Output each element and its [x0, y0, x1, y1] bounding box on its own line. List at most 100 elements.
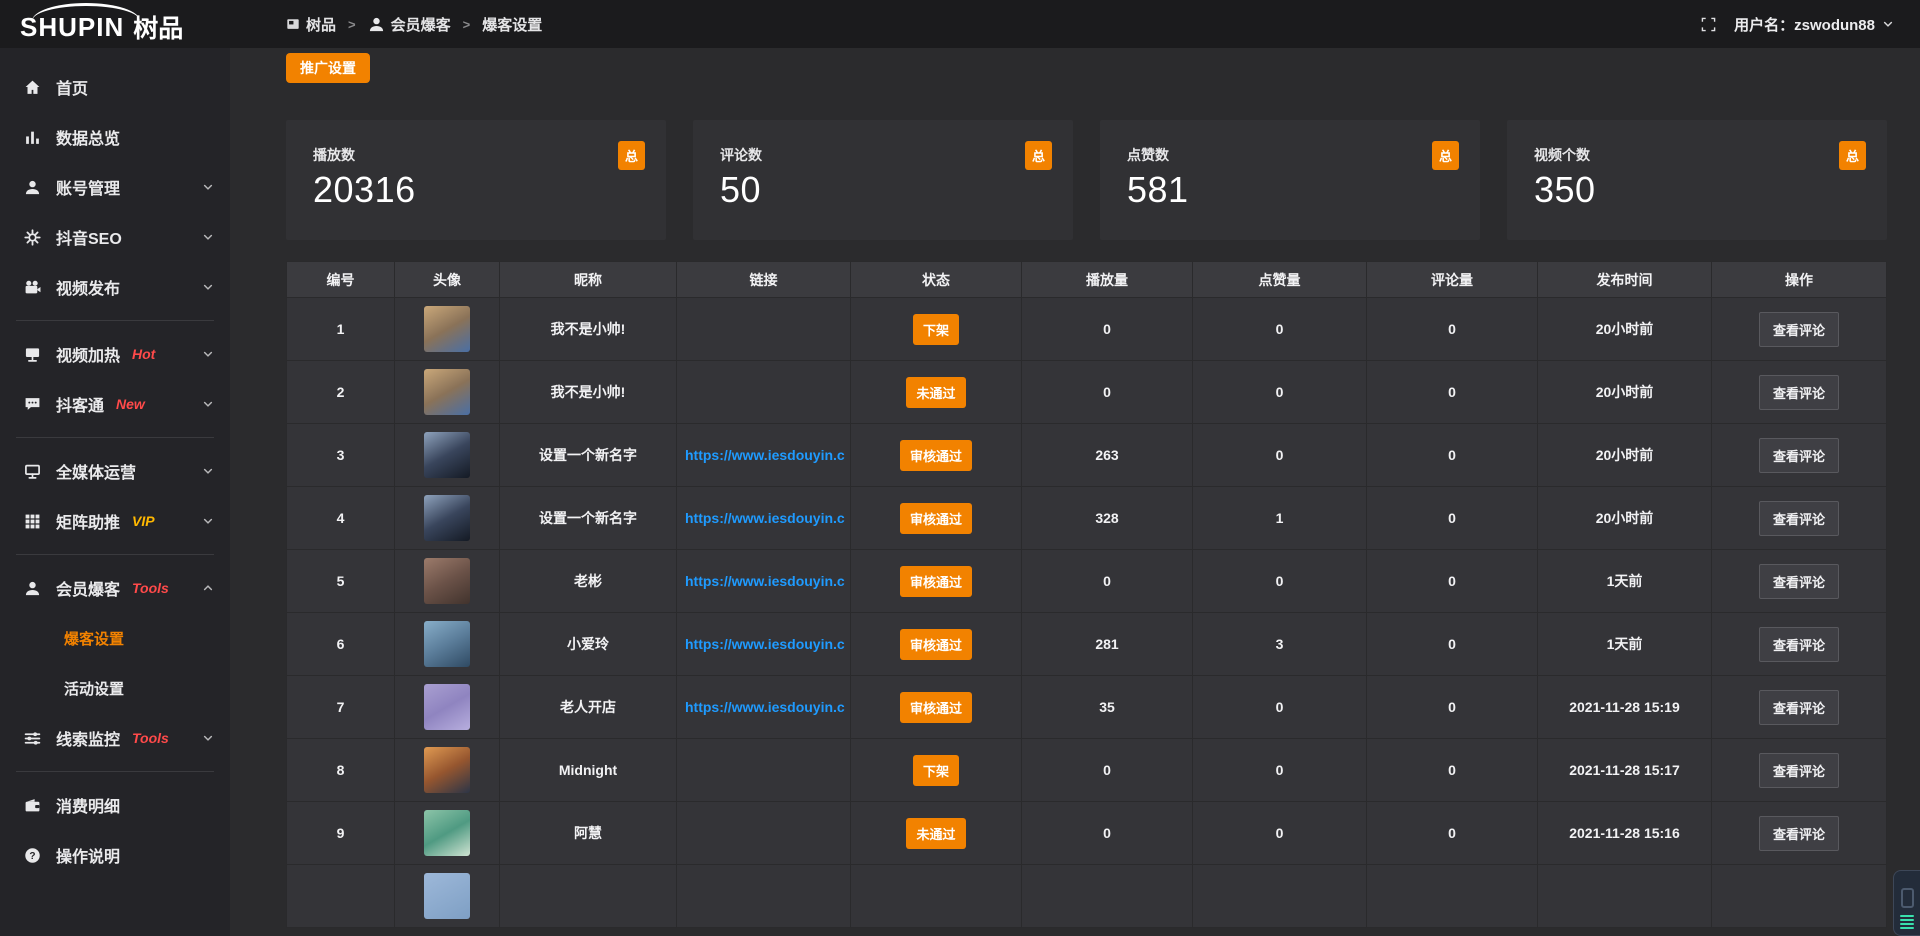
video-table-wrap: 编号头像昵称链接状态播放量点赞量评论量发布时间操作1我不是小帅!下架00020小…	[286, 261, 1887, 928]
sliders-icon	[24, 730, 41, 747]
sidebar-item-label: 视频发布	[56, 275, 120, 299]
cell-comments: 0	[1367, 298, 1538, 361]
view-comments-button[interactable]: 查看评论	[1759, 690, 1839, 725]
status-button[interactable]: 审核通过	[900, 692, 972, 723]
view-comments-button[interactable]: 查看评论	[1759, 627, 1839, 662]
sidebar-item-douyin-seo[interactable]: 抖音SEO	[0, 212, 230, 262]
avatar	[424, 621, 470, 667]
cell-id: 6	[287, 613, 395, 676]
breadcrumb-separator: >	[463, 17, 471, 32]
widget-line	[1900, 915, 1914, 917]
cell-plays: 35	[1022, 676, 1193, 739]
cell-likes: 0	[1193, 550, 1367, 613]
cell	[1367, 865, 1538, 928]
sidebar-item-video-heating[interactable]: 视频加热Hot	[0, 329, 230, 379]
sidebar-item-data-overview[interactable]: 数据总览	[0, 112, 230, 162]
cell-nickname: 我不是小帅!	[500, 298, 677, 361]
sidebar-item-consumption-details[interactable]: 消费明细	[0, 780, 230, 830]
floating-service-widget[interactable]	[1893, 870, 1920, 936]
sidebar-item-home[interactable]: 首页	[0, 62, 230, 112]
video-link[interactable]: https://www.iesdouyin.c	[677, 510, 850, 526]
view-comments-button[interactable]: 查看评论	[1759, 564, 1839, 599]
cell-comments: 0	[1367, 487, 1538, 550]
status-button[interactable]: 未通过	[906, 377, 965, 408]
app-logo[interactable]: SHUPIN 树品	[0, 0, 230, 48]
fullscreen-icon[interactable]	[1701, 17, 1716, 32]
logo-text-cn: 树品	[133, 3, 183, 45]
status-button[interactable]: 审核通过	[900, 440, 972, 471]
avatar	[424, 369, 470, 415]
cell-link: https://www.iesdouyin.c	[677, 676, 851, 739]
wallet-icon	[24, 797, 41, 814]
cell-comments: 0	[1367, 550, 1538, 613]
cell-status: 审核通过	[851, 613, 1022, 676]
status-button[interactable]: 下架	[913, 755, 959, 786]
video-link[interactable]: https://www.iesdouyin.c	[677, 447, 850, 463]
cell-comments: 0	[1367, 361, 1538, 424]
chevron-down-icon	[202, 231, 214, 243]
sidebar-item-clue-monitoring[interactable]: 线索监控Tools	[0, 713, 230, 763]
sidebar-item-label: 全媒体运营	[56, 459, 136, 483]
view-comments-button[interactable]: 查看评论	[1759, 753, 1839, 788]
column-header-comments: 评论量	[1367, 262, 1538, 298]
widget-screen-icon	[1901, 888, 1914, 908]
cell-status: 未通过	[851, 802, 1022, 865]
cell-status: 审核通过	[851, 487, 1022, 550]
status-button[interactable]: 审核通过	[900, 503, 972, 534]
stat-card-comments: 评论数50总	[693, 120, 1073, 240]
cell-status: 审核通过	[851, 424, 1022, 487]
sidebar-item-member-baoke[interactable]: 会员爆客Tools	[0, 563, 230, 613]
sidebar-item-label: 活动设置	[64, 678, 124, 699]
sidebar-item-activity-settings[interactable]: 活动设置	[0, 663, 230, 713]
chevron-down-icon	[202, 465, 214, 477]
sidebar-item-label: 矩阵助推	[56, 509, 120, 533]
view-comments-button[interactable]: 查看评论	[1759, 816, 1839, 851]
cell-avatar	[395, 550, 500, 613]
view-comments-button[interactable]: 查看评论	[1759, 375, 1839, 410]
status-button[interactable]: 下架	[913, 314, 959, 345]
avatar	[424, 495, 470, 541]
stat-card-videos: 视频个数350总	[1507, 120, 1887, 240]
status-button[interactable]: 未通过	[906, 818, 965, 849]
chevron-down-icon	[202, 398, 214, 410]
cell-comments: 0	[1367, 613, 1538, 676]
sidebar-item-video-publish[interactable]: 视频发布	[0, 262, 230, 312]
user-menu[interactable]: 用户名：zswodun88	[1734, 14, 1894, 35]
view-comments-button[interactable]: 查看评论	[1759, 312, 1839, 347]
video-link[interactable]: https://www.iesdouyin.c	[677, 636, 850, 652]
breadcrumb: 树品>会员爆客>爆客设置	[286, 14, 542, 35]
breadcrumb-item-shupin[interactable]: 树品	[286, 14, 336, 35]
column-header-link: 链接	[677, 262, 851, 298]
cell	[677, 865, 851, 928]
avatar	[424, 810, 470, 856]
cell	[500, 865, 677, 928]
breadcrumb-item-member-baoke[interactable]: 会员爆客	[368, 14, 451, 35]
video-link[interactable]: https://www.iesdouyin.c	[677, 699, 850, 715]
cell-id: 4	[287, 487, 395, 550]
sidebar-item-omni-media[interactable]: 全媒体运营	[0, 446, 230, 496]
sidebar-item-matrix-boost[interactable]: 矩阵助推VIP	[0, 496, 230, 546]
view-comments-button[interactable]: 查看评论	[1759, 438, 1839, 473]
cell-publish-time: 20小时前	[1538, 361, 1712, 424]
username-label: 用户名：zswodun88	[1734, 14, 1875, 35]
topbar: SHUPIN 树品 树品>会员爆客>爆客设置 用户名：zswodun88	[0, 0, 1920, 48]
video-table: 编号头像昵称链接状态播放量点赞量评论量发布时间操作1我不是小帅!下架00020小…	[286, 261, 1887, 928]
sidebar-item-douketong[interactable]: 抖客通New	[0, 379, 230, 429]
sidebar-item-baoke-settings[interactable]: 爆客设置	[0, 613, 230, 663]
sidebar-item-label: 抖音SEO	[56, 225, 122, 249]
status-button[interactable]: 审核通过	[900, 566, 972, 597]
video-link[interactable]: https://www.iesdouyin.c	[677, 573, 850, 589]
promo-settings-button[interactable]: 推广设置	[286, 53, 370, 83]
cell-id: 5	[287, 550, 395, 613]
video-camera-icon	[24, 279, 41, 296]
stats-row: 播放数20316总评论数50总点赞数581总视频个数350总	[286, 120, 1887, 240]
view-comments-button[interactable]: 查看评论	[1759, 501, 1839, 536]
sidebar-item-operation-guide[interactable]: ?操作说明	[0, 830, 230, 880]
sidebar-item-account-management[interactable]: 账号管理	[0, 162, 230, 212]
cell-link: https://www.iesdouyin.c	[677, 550, 851, 613]
column-header-avatar: 头像	[395, 262, 500, 298]
sidebar-item-badge: Tools	[132, 580, 169, 596]
stat-value: 350	[1534, 169, 1860, 211]
stat-label: 点赞数	[1127, 145, 1453, 165]
status-button[interactable]: 审核通过	[900, 629, 972, 660]
